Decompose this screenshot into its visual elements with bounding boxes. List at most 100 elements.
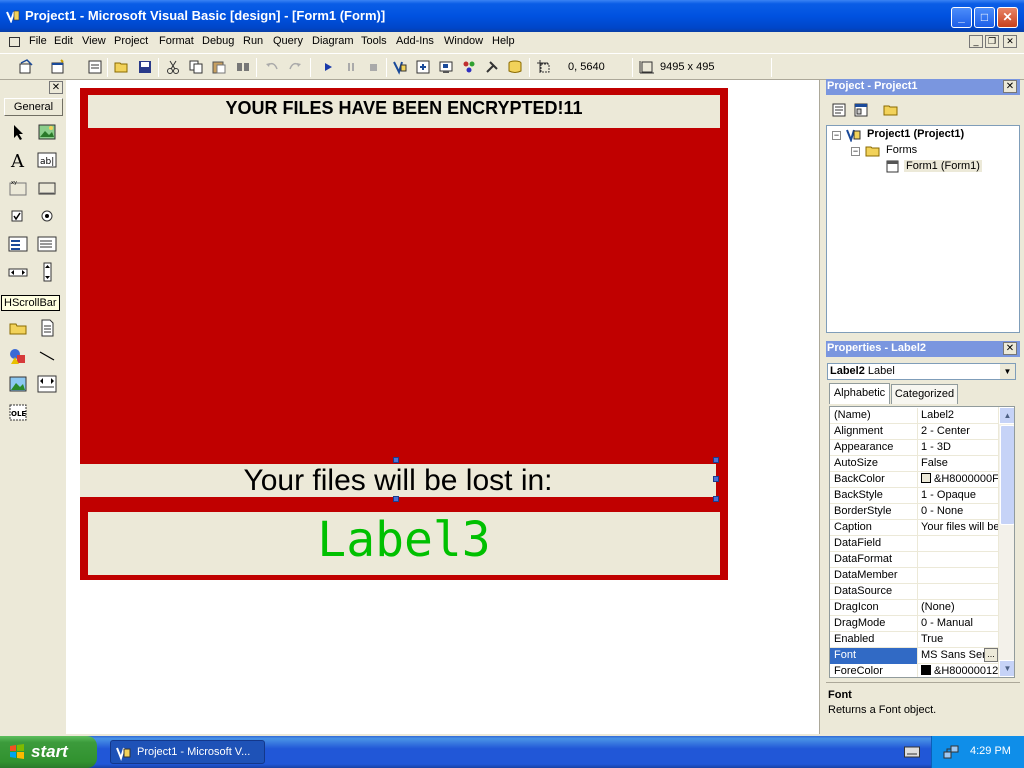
taskbar-item-project1[interactable]: Project1 - Microsoft V... (110, 740, 265, 764)
view-object-icon[interactable] (853, 102, 869, 118)
menu-editor-icon[interactable] (87, 59, 103, 75)
menu-diagram[interactable]: Diagram (312, 35, 354, 47)
property-value[interactable]: 1 - 3D (919, 440, 998, 456)
property-row[interactable]: ForeColor &H80000012 (830, 664, 998, 677)
property-value[interactable]: &H80000012 (919, 664, 998, 677)
form-icon[interactable] (9, 37, 20, 47)
property-name[interactable]: BorderStyle (830, 504, 918, 520)
property-value[interactable]: 0 - None (919, 504, 998, 520)
tree-form1-node[interactable]: Form1 (Form1) (904, 160, 982, 172)
menu-project[interactable]: Project (114, 35, 148, 47)
property-name[interactable]: DragMode (830, 616, 918, 632)
menu-edit[interactable]: Edit (54, 35, 73, 47)
property-name[interactable]: DataField (830, 536, 918, 552)
property-value[interactable] (919, 568, 998, 584)
scroll-thumb[interactable] (1000, 425, 1014, 525)
clock[interactable]: 4:29 PM (970, 745, 1011, 757)
commandbutton-icon[interactable] (37, 178, 57, 198)
label1-encrypted-heading[interactable]: YOUR FILES HAVE BEEN ENCRYPTED!11 (88, 95, 720, 128)
minimize-button[interactable]: _ (951, 7, 972, 28)
property-name[interactable]: ForeColor (830, 664, 918, 677)
tab-categorized[interactable]: Categorized (891, 384, 958, 404)
property-value[interactable]: 1 - Opaque (919, 488, 998, 504)
label3-countdown[interactable]: Label3 (88, 512, 720, 575)
property-name[interactable]: BackColor (830, 472, 918, 488)
tree-forms-folder[interactable]: Forms (886, 144, 917, 156)
drivelistbox-icon[interactable] (8, 318, 28, 338)
tree-project-node[interactable]: Project1 (Project1) (867, 128, 964, 140)
label2-lost-in[interactable]: Your files will be lost in: (80, 464, 716, 497)
property-row[interactable]: (Name) Label2 (830, 408, 998, 424)
resize-handle[interactable] (713, 496, 719, 502)
undo-icon[interactable] (264, 59, 280, 75)
add-form-icon[interactable] (50, 59, 66, 75)
form1-surface[interactable]: YOUR FILES HAVE BEEN ENCRYPTED!11 Your f… (80, 88, 728, 580)
frame-icon[interactable]: xy (8, 178, 28, 198)
property-name[interactable]: DataFormat (830, 552, 918, 568)
property-row[interactable]: Appearance 1 - 3D (830, 440, 998, 456)
property-value[interactable]: False (919, 456, 998, 472)
property-name[interactable]: DataSource (830, 584, 918, 600)
property-row[interactable]: Alignment 2 - Center (830, 424, 998, 440)
property-name[interactable]: Appearance (830, 440, 918, 456)
project-explorer-close-button[interactable]: ✕ (1003, 80, 1017, 93)
child-minimize-button[interactable]: _ (969, 35, 983, 48)
image-icon[interactable] (8, 374, 28, 394)
menu-tools[interactable]: Tools (361, 35, 387, 47)
property-row[interactable]: BorderStyle 0 - None (830, 504, 998, 520)
ole-icon[interactable]: OLE (8, 402, 28, 422)
property-row[interactable]: AutoSize False (830, 456, 998, 472)
menu-help[interactable]: Help (492, 35, 515, 47)
property-row[interactable]: DataSource (830, 584, 998, 600)
menu-add-ins[interactable]: Add-Ins (396, 35, 434, 47)
menu-query[interactable]: Query (273, 35, 303, 47)
toolbox-close-button[interactable]: ✕ (49, 81, 63, 94)
view-code-icon[interactable] (831, 102, 847, 118)
redo-icon[interactable] (287, 59, 303, 75)
copy-icon[interactable] (188, 59, 204, 75)
property-row[interactable]: DataField (830, 536, 998, 552)
property-row[interactable]: DataFormat (830, 552, 998, 568)
property-row[interactable]: Caption Your files will be (830, 520, 998, 536)
vscrollbar-icon[interactable] (37, 262, 57, 282)
property-value[interactable] (919, 536, 998, 552)
start-icon[interactable] (320, 59, 336, 75)
properties-close-button[interactable]: ✕ (1003, 342, 1017, 355)
toolbox-icon[interactable] (484, 59, 500, 75)
menu-run[interactable]: Run (243, 35, 263, 47)
toolbox-general-tab[interactable]: General (4, 98, 63, 116)
child-restore-button[interactable]: ❐ (985, 35, 999, 48)
project-explorer-icon[interactable] (392, 59, 408, 75)
toggle-folders-icon[interactable] (883, 102, 899, 118)
find-icon[interactable] (235, 59, 251, 75)
picturebox-icon[interactable] (37, 122, 57, 142)
pointer-icon[interactable] (8, 122, 28, 142)
data-control-icon[interactable] (37, 374, 57, 394)
add-project-icon[interactable] (18, 59, 34, 75)
property-value[interactable]: Label2 (919, 408, 998, 424)
property-row[interactable]: Font MS Sans Serif... (830, 648, 998, 664)
property-scrollbar[interactable]: ▲ ▼ (998, 407, 1014, 677)
property-row[interactable]: Enabled True (830, 632, 998, 648)
label-tool-icon[interactable]: A (8, 150, 28, 170)
collapse-icon[interactable]: − (832, 131, 841, 140)
data-view-icon[interactable] (507, 59, 523, 75)
property-value[interactable]: True (919, 632, 998, 648)
form-layout-icon[interactable] (438, 59, 454, 75)
property-name[interactable]: DragIcon (830, 600, 918, 616)
textbox-icon[interactable]: ab| (37, 150, 57, 170)
optionbutton-icon[interactable] (37, 206, 57, 226)
property-value[interactable] (919, 584, 998, 600)
end-icon[interactable] (366, 59, 382, 75)
property-row[interactable]: DragMode 0 - Manual (830, 616, 998, 632)
listbox-icon[interactable] (37, 234, 57, 254)
menu-file[interactable]: File (29, 35, 47, 47)
property-row[interactable]: BackStyle 1 - Opaque (830, 488, 998, 504)
property-name[interactable]: Alignment (830, 424, 918, 440)
property-name[interactable]: AutoSize (830, 456, 918, 472)
save-icon[interactable] (137, 59, 153, 75)
object-browser-icon[interactable] (461, 59, 477, 75)
keyboard-icon[interactable] (904, 746, 920, 758)
cut-icon[interactable] (165, 59, 181, 75)
scroll-up-icon[interactable]: ▲ (999, 407, 1014, 424)
